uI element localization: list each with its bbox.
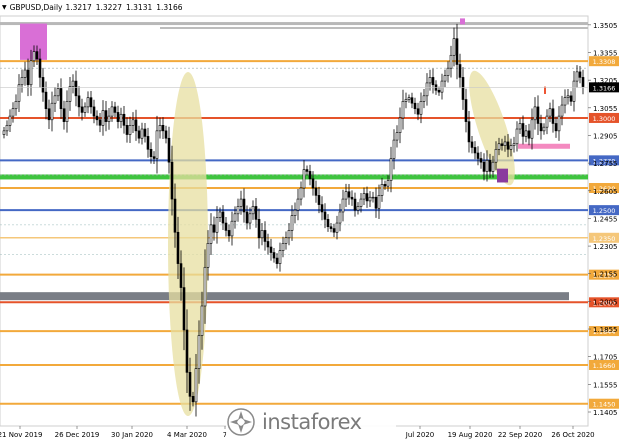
level-tag-text: 1.1450 [593, 401, 616, 409]
price-tick-label: 1.3355 [593, 50, 618, 58]
level-tag-text: 1.2500 [593, 207, 616, 215]
triangle-down-icon[interactable]: ▼ [2, 4, 7, 11]
time-tick-label: 26 Oct 2020 [551, 431, 594, 439]
time-tick-label: 21 Nov 2019 [0, 431, 42, 439]
symbol-label: GBPUSD,Daily [9, 2, 63, 12]
price-axis: 1.33081.30001.27701.26201.25001.23501.21… [588, 22, 619, 417]
time-tick-label: 4 Mar 2020 [167, 431, 207, 439]
time-tick-label: Jul 2020 [405, 431, 435, 439]
price-tick-label: 1.2305 [593, 243, 618, 251]
price-chart[interactable]: 1.33081.30001.27701.26201.25001.23501.21… [0, 0, 620, 440]
level-tag-text: 1.1660 [593, 362, 616, 370]
price-tick-label: 1.1705 [593, 354, 618, 362]
time-tick-label: 22 Sep 2020 [498, 431, 542, 439]
price-tick-label: 1.2455 [593, 215, 618, 223]
current-price-text: 1.3166 [593, 84, 616, 92]
price-tick-label: 1.2155 [593, 271, 618, 279]
grey-zone-band [0, 292, 569, 301]
time-tick-label: 26 Dec 2019 [55, 431, 100, 439]
open-value: 1.3217 [65, 2, 92, 12]
price-tick-label: 1.2905 [593, 132, 618, 140]
level-band-0 [0, 22, 588, 26]
price-tick-label: 1.3055 [593, 105, 618, 113]
time-tick-label: 30 Jan 2020 [111, 431, 153, 439]
price-tick-label: 1.2005 [593, 298, 618, 306]
price-tick-label: 1.2605 [593, 188, 618, 196]
price-tick-label: 1.1555 [593, 381, 618, 389]
watermark-text: instaforex [262, 410, 362, 434]
price-tick-label: 1.2755 [593, 160, 618, 168]
instaforex-logo-icon [227, 408, 255, 436]
time-tick-label: 19 Aug 2020 [448, 431, 493, 439]
watermark: instaforex [226, 406, 396, 438]
highlight-bar-oct [518, 143, 570, 149]
level-tag-text: 1.2350 [593, 235, 616, 243]
level-tag-text: 1.3308 [593, 58, 616, 66]
level-tag-text: 1.3000 [593, 115, 616, 123]
price-tick-label: 1.3505 [593, 22, 618, 30]
current-price-tag: 1.3166 [589, 82, 619, 93]
chart-header: ▼ GBPUSD,Daily 1.3217 1.3227 1.3131 1.31… [2, 1, 183, 13]
chart-area[interactable]: 1.3308 1.3000 1.2770 1.2620 1.2500 1.2350 1.21… [0, 0, 620, 440]
price-ticks: 1.35051.33551.32051.30551.29051.27551.26… [588, 22, 618, 417]
low-value: 1.3131 [126, 2, 153, 12]
highlight-mark-aug [460, 18, 465, 25]
highlight-box-sep [497, 168, 508, 183]
high-value: 1.3227 [95, 2, 122, 12]
close-value: 1.3166 [156, 2, 183, 12]
price-tick-label: 1.1405 [593, 409, 618, 417]
price-tick-label: 1.1855 [593, 326, 618, 334]
